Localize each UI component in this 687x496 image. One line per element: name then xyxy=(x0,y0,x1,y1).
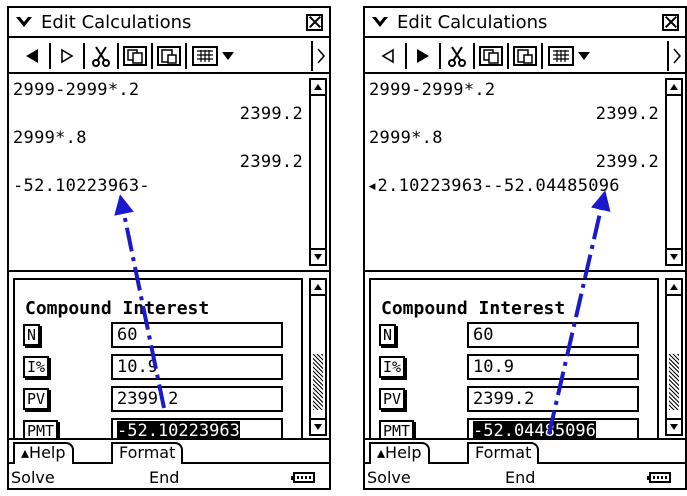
field-pmt-value: -52.10223963 xyxy=(117,421,240,440)
calc-scrollbar[interactable] xyxy=(665,78,683,266)
more-arrow-icon[interactable] xyxy=(667,41,685,71)
var-label-pv[interactable]: PV xyxy=(379,388,406,410)
form-title: Compound Interest xyxy=(25,298,210,319)
status-end[interactable]: End xyxy=(149,468,179,487)
more-arrow-icon[interactable] xyxy=(311,41,329,71)
title-bar: Edit Calculations xyxy=(365,8,685,38)
tab-format[interactable]: Format xyxy=(111,442,184,464)
field-n[interactable]: 60 xyxy=(111,322,283,348)
calc-line-editing[interactable]: ◂2.10223963--52.04485096 xyxy=(367,176,620,196)
forward-arrow-icon[interactable] xyxy=(407,43,441,69)
field-pmt[interactable]: -52.04485096 xyxy=(467,418,639,440)
status-end[interactable]: End xyxy=(505,468,535,487)
tab-format[interactable]: Format xyxy=(467,442,540,464)
calculation-history[interactable]: 2999-2999*.2 2399.2 2999*.8 2399.2 ◂2.10… xyxy=(365,76,685,272)
field-pv[interactable]: 2399.2 xyxy=(111,386,283,412)
form-scrollbar[interactable] xyxy=(309,278,327,436)
status-solve[interactable]: Solve xyxy=(11,468,55,487)
title-bar: Edit Calculations xyxy=(9,8,329,38)
var-label-pmt[interactable]: PMT xyxy=(379,420,415,438)
forward-arrow-icon[interactable] xyxy=(51,43,85,69)
paste-icon[interactable] xyxy=(153,43,187,69)
back-arrow-icon[interactable] xyxy=(371,43,407,69)
calc-line: 2999*.8 xyxy=(369,128,443,148)
field-pmt-value: -52.04485096 xyxy=(473,421,596,440)
scroll-up-icon[interactable] xyxy=(667,280,681,296)
field-i[interactable]: 10.9 xyxy=(467,354,639,380)
scroll-down-icon[interactable] xyxy=(667,248,681,264)
calc-scrollbar[interactable] xyxy=(309,78,327,266)
calc-line: 2999-2999*.2 xyxy=(369,80,496,100)
battery-icon xyxy=(647,472,671,483)
close-icon[interactable] xyxy=(306,13,323,31)
tab-help[interactable]: ▴Help xyxy=(369,442,430,464)
form-title: Compound Interest xyxy=(381,298,566,319)
keypad-icon[interactable] xyxy=(543,43,595,69)
field-pmt[interactable]: -52.10223963 xyxy=(111,418,283,440)
field-n[interactable]: 60 xyxy=(467,322,639,348)
calc-result: 2399.2 xyxy=(595,152,659,172)
close-icon[interactable] xyxy=(662,13,679,31)
cut-icon[interactable] xyxy=(441,43,475,69)
scroll-down-icon[interactable] xyxy=(311,418,325,434)
keypad-icon[interactable] xyxy=(187,43,239,69)
scroll-up-icon[interactable] xyxy=(667,80,681,96)
calc-result: 2399.2 xyxy=(595,104,659,124)
status-bar: Solve End xyxy=(365,466,685,488)
calculator-screen-right: Edit Calculations 2999-2999*.2 2399.2 29… xyxy=(363,6,687,490)
paste-icon[interactable] xyxy=(509,43,543,69)
cut-icon[interactable] xyxy=(85,43,119,69)
calculator-screen-left: Edit Calculations 2999-2999*.2 2399.2 29… xyxy=(7,6,331,490)
tab-bar: ▴Help Format xyxy=(365,440,685,464)
calc-line-editing[interactable]: -52.10223963- xyxy=(13,176,150,196)
compound-interest-form: Compound Interest N 60 I% 10.9 PV 2399.2… xyxy=(9,274,329,440)
var-label-pv[interactable]: PV xyxy=(23,388,50,410)
var-label-pmt[interactable]: PMT xyxy=(23,420,59,438)
window-title: Edit Calculations xyxy=(41,11,192,33)
scroll-up-icon[interactable] xyxy=(311,80,325,96)
calc-line: 2999-2999*.2 xyxy=(13,80,140,100)
battery-icon xyxy=(291,472,315,483)
copy-icon[interactable] xyxy=(119,43,153,69)
calc-result: 2399.2 xyxy=(239,152,303,172)
scroll-down-icon[interactable] xyxy=(667,418,681,434)
back-arrow-icon[interactable] xyxy=(15,43,51,69)
var-label-n[interactable]: N xyxy=(379,324,397,346)
var-label-n[interactable]: N xyxy=(23,324,41,346)
tab-bar: ▴Help Format xyxy=(9,440,329,464)
scroll-up-icon[interactable] xyxy=(311,280,325,296)
scroll-thumb[interactable] xyxy=(669,354,679,410)
calculation-history[interactable]: 2999-2999*.2 2399.2 2999*.8 2399.2 -52.1… xyxy=(9,76,329,272)
copy-icon[interactable] xyxy=(475,43,509,69)
toolbar xyxy=(365,40,685,74)
window-title: Edit Calculations xyxy=(397,11,548,33)
form-panel: Compound Interest N 60 I% 10.9 PV 2399.2… xyxy=(13,278,303,438)
scroll-thumb[interactable] xyxy=(313,354,323,410)
form-scrollbar[interactable] xyxy=(665,278,683,436)
field-pv[interactable]: 2399.2 xyxy=(467,386,639,412)
calc-line: 2999*.8 xyxy=(13,128,87,148)
var-label-i[interactable]: I% xyxy=(379,356,406,378)
menu-down-arrow-icon[interactable] xyxy=(9,8,39,36)
var-label-i[interactable]: I% xyxy=(23,356,50,378)
menu-down-arrow-icon[interactable] xyxy=(365,8,395,36)
field-i[interactable]: 10.9 xyxy=(111,354,283,380)
compound-interest-form: Compound Interest N 60 I% 10.9 PV 2399.2… xyxy=(365,274,685,440)
status-solve[interactable]: Solve xyxy=(367,468,411,487)
tab-help[interactable]: ▴Help xyxy=(13,442,74,464)
calc-result: 2399.2 xyxy=(239,104,303,124)
scroll-down-icon[interactable] xyxy=(311,248,325,264)
toolbar xyxy=(9,40,329,74)
status-bar: Solve End xyxy=(9,466,329,488)
form-panel: Compound Interest N 60 I% 10.9 PV 2399.2… xyxy=(369,278,659,438)
